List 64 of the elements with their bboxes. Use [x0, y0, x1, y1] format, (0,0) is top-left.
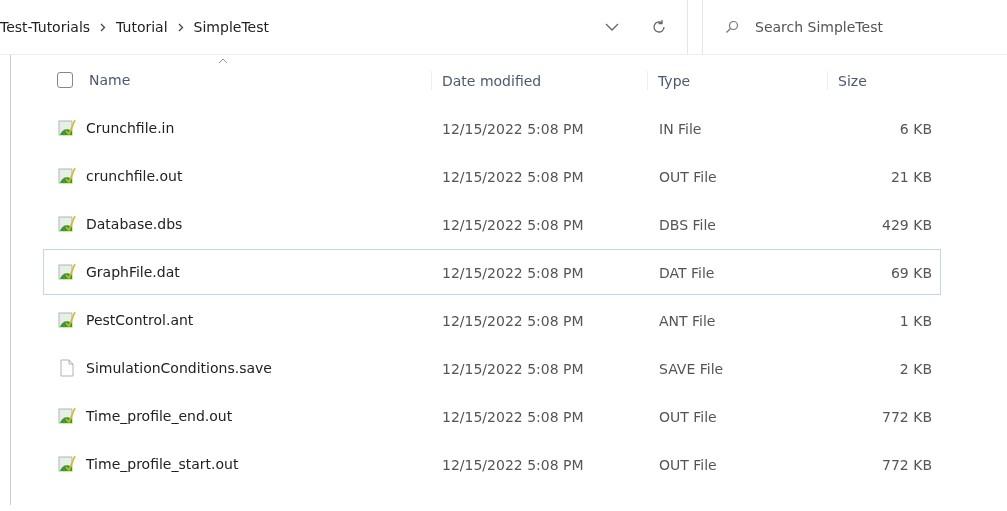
file-type: OUT File: [659, 408, 717, 425]
column-header[interactable]: Date modified: [442, 72, 542, 89]
date-modified: 12/15/2022 5:08 PM: [442, 216, 584, 233]
file-row[interactable]: Time_profile_start.out 12/15/2022 5:08 PM OUT File 772 KB: [43, 441, 941, 487]
file-type: DBS File: [659, 216, 716, 233]
search-icon: [725, 20, 739, 34]
file-icon: [58, 263, 76, 281]
breadcrumb-item[interactable]: SimpleTest: [193, 19, 269, 35]
dropdown-icon[interactable]: [605, 23, 619, 31]
date-modified: 12/15/2022 5:08 PM: [442, 120, 584, 137]
file-icon: [58, 215, 76, 233]
file-size: 429 KB: [882, 216, 932, 233]
file-size: 1 KB: [899, 312, 932, 329]
select-all-checkbox[interactable]: [57, 72, 73, 88]
column-header[interactable]: Type: [658, 72, 691, 89]
sort-caret-icon: [218, 58, 228, 64]
file-name: Database.dbs: [86, 216, 183, 232]
file-size: 69 KB: [890, 264, 932, 281]
column-header[interactable]: Name: [89, 72, 131, 88]
file-size: 772 KB: [882, 456, 932, 473]
refresh-icon[interactable]: [651, 19, 667, 35]
column-header[interactable]: Size: [838, 72, 867, 89]
file-name: GraphFile.dat: [86, 264, 180, 280]
file-name: PestControl.ant: [86, 312, 194, 328]
file-name: SimulationConditions.save: [86, 360, 272, 376]
file-type: IN File: [659, 120, 702, 137]
file-row[interactable]: crunchfile.out 12/15/2022 5:08 PM OUT File 21 KB: [43, 153, 941, 199]
file-icon: [58, 407, 76, 425]
date-modified: 12/15/2022 5:08 PM: [442, 456, 584, 473]
address-bar[interactable]: Test-Tutorials Tutorial SimpleTest: [0, 0, 688, 54]
file-name: Time_profile_start.out: [86, 456, 239, 472]
file-type: DAT File: [659, 264, 715, 281]
file-icon: [58, 359, 76, 377]
file-size: 2 KB: [899, 360, 932, 377]
date-modified: 12/15/2022 5:08 PM: [442, 360, 584, 377]
file-name: Crunchfile.in: [86, 120, 175, 136]
file-size: 6 KB: [899, 120, 932, 137]
file-row[interactable]: GraphFile.dat 12/15/2022 5:08 PM DAT File 69 KB: [43, 249, 941, 295]
date-modified: 12/15/2022 5:08 PM: [442, 312, 584, 329]
file-size: 21 KB: [890, 168, 932, 185]
file-row[interactable]: Database.dbs 12/15/2022 5:08 PM DBS File 429 KB: [43, 201, 941, 247]
file-type: OUT File: [659, 168, 717, 185]
search-field[interactable]: Search SimpleTest: [753, 18, 997, 36]
file-icon: [58, 311, 76, 329]
file-name: Time_profile_end.out: [86, 408, 233, 424]
file-type: ANT File: [659, 312, 716, 329]
chevron-icon: [100, 22, 107, 32]
file-type: SAVE File: [659, 360, 724, 377]
file-icon: [58, 167, 76, 185]
file-size: 772 KB: [882, 408, 932, 425]
file-name: crunchfile.out: [86, 168, 183, 184]
file-icon: [58, 119, 76, 137]
breadcrumb-item[interactable]: Test-Tutorials: [0, 19, 91, 35]
file-icon: [58, 455, 76, 473]
chevron-icon: [177, 22, 184, 32]
date-modified: 12/15/2022 5:08 PM: [442, 168, 584, 185]
date-modified: 12/15/2022 5:08 PM: [442, 264, 584, 281]
file-row[interactable]: PestControl.ant 12/15/2022 5:08 PM ANT File 1 KB: [43, 297, 941, 343]
file-row[interactable]: SimulationConditions.save 12/15/2022 5:08 PM SAVE File 2 KB: [43, 345, 941, 391]
date-modified: 12/15/2022 5:08 PM: [442, 408, 584, 425]
file-row[interactable]: Crunchfile.in 12/15/2022 5:08 PM IN File 6 KB: [43, 105, 941, 151]
file-type: OUT File: [659, 456, 717, 473]
breadcrumb-item[interactable]: Tutorial: [116, 19, 168, 35]
file-row[interactable]: Time_profile_end.out 12/15/2022 5:08 PM OUT File 772 KB: [43, 393, 941, 439]
